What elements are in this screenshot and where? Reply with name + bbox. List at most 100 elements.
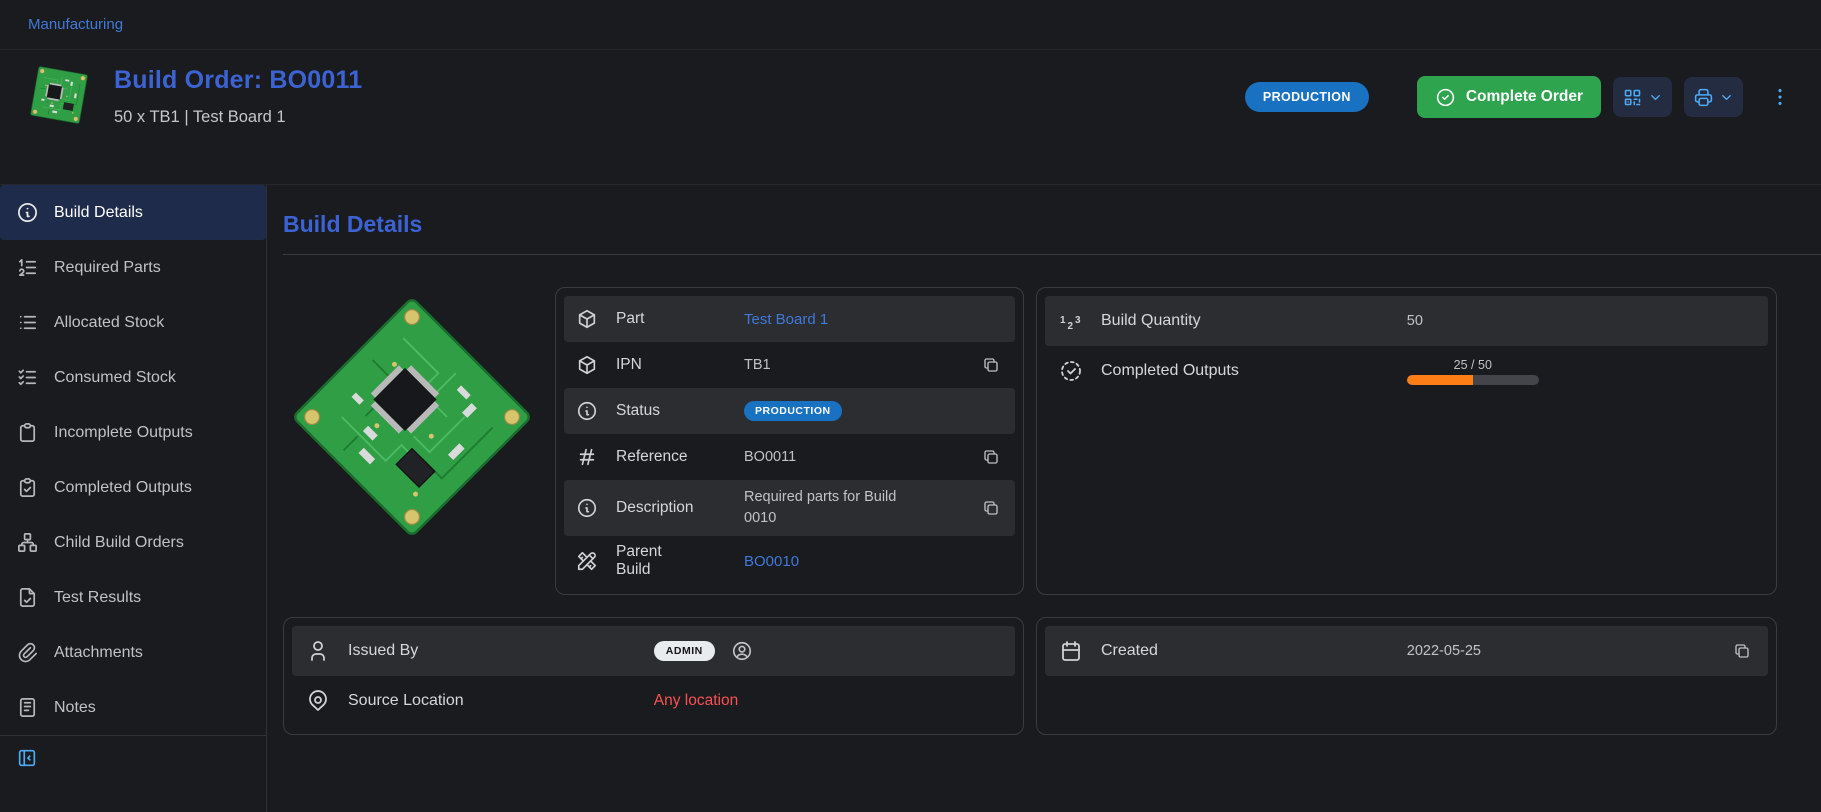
row-label: Parent Build <box>616 543 744 579</box>
breadcrumb-link-manufacturing[interactable]: Manufacturing <box>28 16 123 33</box>
clipboard-check-icon <box>16 476 39 499</box>
dots-vertical-icon <box>1769 86 1791 108</box>
sidebar: Build Details Required Parts Allocated S… <box>0 185 267 812</box>
build-quantity-table: Build Quantity 50 Completed Outputs 25 /… <box>1036 287 1777 595</box>
table-row-part: Part Test Board 1 <box>564 296 1015 342</box>
notes-icon <box>16 696 39 719</box>
list-check-icon <box>16 366 39 389</box>
progress-check-icon <box>1059 359 1083 383</box>
part-image[interactable] <box>288 293 536 541</box>
sidebar-item-consumed-stock[interactable]: Consumed Stock <box>0 350 266 405</box>
hash-icon <box>576 446 598 468</box>
list-numbers-icon <box>16 256 39 279</box>
breadcrumb: Manufacturing <box>0 0 1821 50</box>
copy-created-button[interactable] <box>1730 639 1754 663</box>
details-grid: Part Test Board 1 IPN TB1 Status <box>283 287 1777 735</box>
content: Build Details Required Parts Allocated S… <box>0 185 1821 812</box>
copy-reference-button[interactable] <box>979 445 1003 469</box>
sidebar-item-incomplete-outputs[interactable]: Incomplete Outputs <box>0 405 266 460</box>
sidebar-collapse-button[interactable] <box>14 745 40 771</box>
list-icon <box>16 311 39 334</box>
page-subtitle: 50 x TB1 | Test Board 1 <box>114 108 362 127</box>
table-row-build-quantity: Build Quantity 50 <box>1045 296 1768 346</box>
calendar-icon <box>1059 639 1083 663</box>
table-row-status: Status PRODUCTION <box>564 388 1015 434</box>
copy-description-button[interactable] <box>979 496 1003 520</box>
details-cell: Part Test Board 1 IPN TB1 Status <box>283 287 1024 595</box>
sidebar-item-child-build-orders[interactable]: Child Build Orders <box>0 515 266 570</box>
row-label: Source Location <box>348 692 654 710</box>
row-label: Part <box>616 310 744 328</box>
status-badge: PRODUCTION <box>1245 82 1369 112</box>
sidebar-item-allocated-stock[interactable]: Allocated Stock <box>0 295 266 350</box>
table-row-issued-by: Issued By ADMIN <box>292 626 1015 676</box>
copy-icon <box>982 356 1000 374</box>
sidebar-item-test-results[interactable]: Test Results <box>0 570 266 625</box>
status-badge-small: PRODUCTION <box>744 401 842 421</box>
table-row-description: Description Required parts for Build 001… <box>564 480 1015 536</box>
sidebar-items: Build Details Required Parts Allocated S… <box>0 185 266 735</box>
print-actions-button[interactable] <box>1684 77 1743 117</box>
sidebar-item-label: Incomplete Outputs <box>54 424 193 442</box>
chevron-down-icon <box>1648 90 1663 105</box>
row-label: Completed Outputs <box>1101 362 1407 380</box>
sidebar-item-completed-outputs[interactable]: Completed Outputs <box>0 460 266 515</box>
table-row-reference: Reference BO0011 <box>564 434 1015 480</box>
reference-value: BO0011 <box>744 449 979 465</box>
sitemap-icon <box>16 531 39 554</box>
row-label: IPN <box>616 356 744 374</box>
sidebar-item-label: Consumed Stock <box>54 369 176 387</box>
heading-divider <box>283 254 1821 255</box>
row-label: Description <box>616 499 744 517</box>
info-circle-icon <box>16 201 39 224</box>
row-label: Build Quantity <box>1101 312 1407 330</box>
package-icon <box>576 354 598 376</box>
description-value: Required parts for Build 0010 <box>744 487 926 529</box>
sidebar-item-label: Child Build Orders <box>54 534 184 552</box>
row-label: Issued By <box>348 642 654 660</box>
barcode-actions-button[interactable] <box>1613 77 1672 117</box>
parent-build-link[interactable]: BO0010 <box>744 553 1003 570</box>
row-label: Created <box>1101 642 1407 660</box>
pcb-thumbnail-image <box>28 66 90 124</box>
user-icon <box>306 639 330 663</box>
map-pin-icon <box>306 689 330 713</box>
page-title: Build Order: BO0011 <box>114 66 362 95</box>
complete-order-label: Complete Order <box>1466 88 1583 106</box>
sidebar-item-build-details[interactable]: Build Details <box>0 185 266 240</box>
issue-table: Issued By ADMIN Source Location Any loca… <box>283 617 1024 735</box>
row-label: Status <box>616 402 744 420</box>
progress-label: 25 / 50 <box>1454 358 1492 372</box>
copy-icon <box>982 448 1000 466</box>
complete-order-button[interactable]: Complete Order <box>1417 76 1601 118</box>
title-block: Build Order: BO0011 50 x TB1 | Test Boar… <box>114 66 362 127</box>
row-label: Reference <box>616 448 744 466</box>
sidebar-footer <box>0 735 266 774</box>
app-root: Manufacturing Build Order: BO0011 50 x T… <box>0 0 1821 812</box>
numbers-123-icon <box>1059 309 1083 333</box>
sidebar-item-notes[interactable]: Notes <box>0 680 266 735</box>
part-thumbnail[interactable] <box>28 66 90 124</box>
sidebar-item-label: Completed Outputs <box>54 479 192 497</box>
info-circle-icon <box>576 400 598 422</box>
part-link[interactable]: Test Board 1 <box>744 311 1003 328</box>
paperclip-icon <box>16 641 39 664</box>
printer-icon <box>1693 87 1714 108</box>
build-details-table: Part Test Board 1 IPN TB1 Status <box>555 287 1024 595</box>
sidebar-item-attachments[interactable]: Attachments <box>0 625 266 680</box>
clipboard-icon <box>16 421 39 444</box>
user-circle-icon <box>731 640 753 662</box>
sidebar-item-label: Test Results <box>54 589 141 607</box>
page-header: Build Order: BO0011 50 x TB1 | Test Boar… <box>0 50 1821 185</box>
copy-icon <box>982 499 1000 517</box>
box-icon <box>576 308 598 330</box>
table-row-source-location: Source Location Any location <box>292 676 1015 726</box>
more-actions-button[interactable] <box>1765 82 1795 112</box>
table-row-completed-outputs: Completed Outputs 25 / 50 <box>1045 346 1768 396</box>
issued-by-badge: ADMIN <box>654 641 715 661</box>
part-image-column <box>283 287 541 595</box>
table-row-parent-build: Parent Build BO0010 <box>564 536 1015 586</box>
copy-ipn-button[interactable] <box>979 353 1003 377</box>
sidebar-item-required-parts[interactable]: Required Parts <box>0 240 266 295</box>
progress-track <box>1407 375 1539 385</box>
